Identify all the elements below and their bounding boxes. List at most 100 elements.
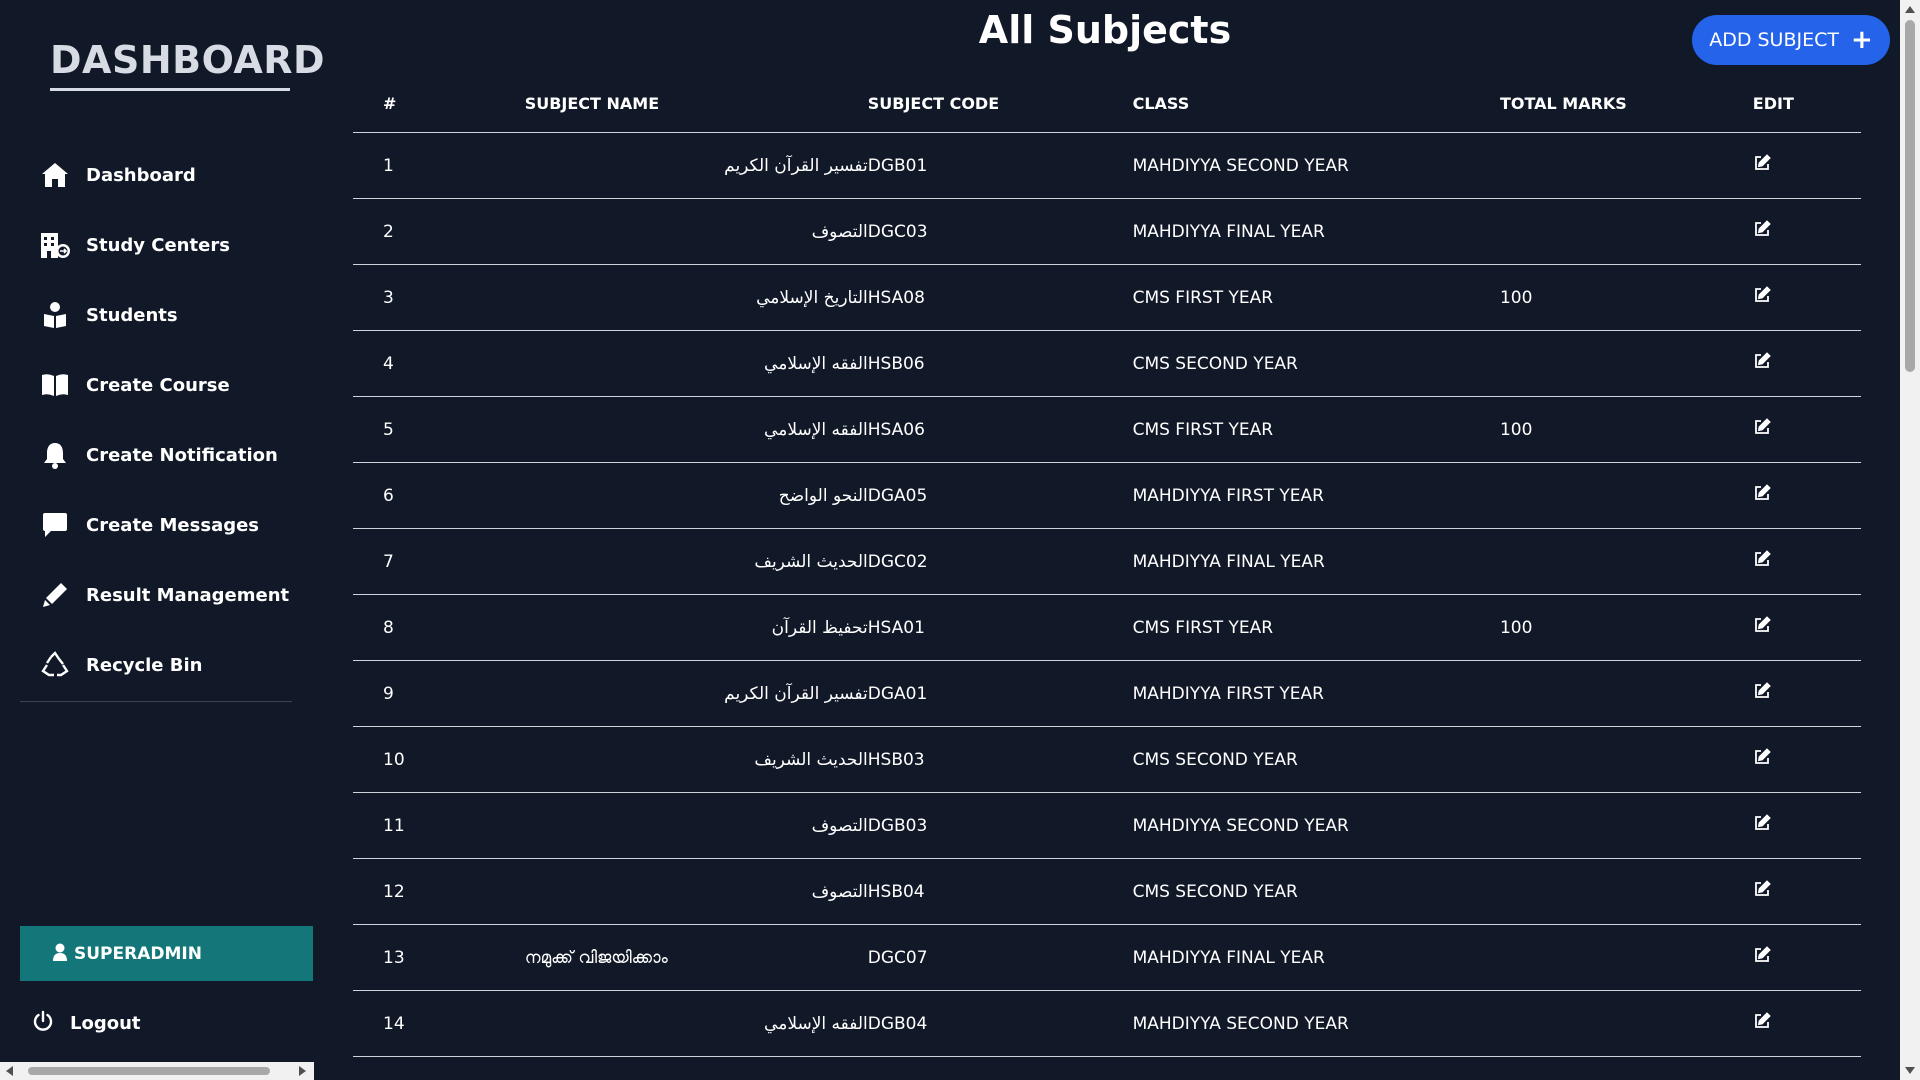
home-icon [38, 158, 72, 192]
sidebar-item-create-course[interactable]: Create Course [0, 350, 314, 420]
recycle-icon [38, 648, 72, 682]
cell-class: CMS SECOND YEAR [1132, 858, 1500, 925]
user-icon [52, 943, 68, 965]
edit-icon[interactable] [1753, 418, 1771, 436]
cell-edit [1752, 858, 1861, 925]
cell-subject-code: DGB01 [867, 132, 1133, 199]
table-row: 7 الحديث الشريف DGC02 MAHDIYYA FINAL YEAR [353, 528, 1861, 595]
cell-total-marks [1499, 858, 1753, 925]
horizontal-scrollbar[interactable] [0, 1062, 314, 1080]
cell-edit [1752, 198, 1861, 265]
cell-total-marks: 100 [1499, 264, 1753, 331]
cell-class: CMS FIRST YEAR [1132, 396, 1500, 463]
cell-number: 4 [353, 330, 525, 397]
cell-class: CMS SECOND YEAR [1132, 726, 1500, 793]
cell-class: MAHDIYYA FIRST YEAR [1132, 660, 1500, 727]
cell-subject-code: DGC03 [867, 198, 1133, 265]
cell-number: 9 [353, 660, 525, 727]
table-row: 9 تفسير القرآن الكريم DGA01 MAHDIYYA FIRST … [353, 660, 1861, 727]
cell-number: 11 [353, 792, 525, 859]
scrollbar-thumb[interactable] [1905, 20, 1915, 372]
cell-edit [1752, 264, 1861, 331]
edit-icon[interactable] [1753, 880, 1771, 898]
logout-label: Logout [70, 1012, 141, 1034]
logout-button[interactable]: Logout [32, 1005, 141, 1041]
cell-total-marks [1499, 132, 1753, 199]
sidebar-item-recycle-bin[interactable]: Recycle Bin [0, 630, 314, 700]
cell-subject-name: التاريخ الإسلامي [524, 264, 868, 331]
subjects-table: # SUBJECT NAME SUBJECT CODE CLASS TOTAL … [353, 72, 1861, 1057]
cell-total-marks [1499, 660, 1753, 727]
sidebar-item-dashboard[interactable]: Dashboard [0, 140, 314, 210]
table-row: 11 التصوف DGB03 MAHDIYYA SECOND YEAR [353, 792, 1861, 859]
cell-subject-name: التصوف [524, 858, 868, 925]
cell-class: MAHDIYYA FIRST YEAR [1132, 462, 1500, 529]
cell-class: MAHDIYYA SECOND YEAR [1132, 132, 1500, 199]
add-subject-button[interactable]: ADD SUBJECT + [1692, 15, 1890, 65]
cell-number: 5 [353, 396, 525, 463]
scroll-up-icon[interactable] [1905, 6, 1915, 13]
cell-class: MAHDIYYA FINAL YEAR [1132, 924, 1500, 991]
cell-subject-code: HSA06 [867, 396, 1133, 463]
cell-subject-code: DGB03 [867, 792, 1133, 859]
edit-icon[interactable] [1753, 220, 1771, 238]
cell-edit [1752, 660, 1861, 727]
scroll-right-icon[interactable] [299, 1066, 306, 1076]
cell-subject-name: الفقه الإسلامي [524, 330, 868, 397]
scroll-left-icon[interactable] [6, 1066, 13, 1076]
sidebar-item-students[interactable]: Students [0, 280, 314, 350]
cell-edit [1752, 462, 1861, 529]
page-title: All Subjects [978, 8, 1232, 52]
cell-subject-name: الفقه الإسلامي [524, 396, 868, 463]
edit-icon[interactable] [1753, 748, 1771, 766]
scroll-down-icon[interactable] [1905, 1067, 1915, 1074]
cell-subject-code: DGA01 [867, 660, 1133, 727]
sidebar-item-result-management[interactable]: Result Management [0, 560, 314, 630]
edit-icon[interactable] [1753, 484, 1771, 502]
edit-icon[interactable] [1753, 286, 1771, 304]
edit-icon[interactable] [1753, 352, 1771, 370]
cell-subject-name: الحديث الشريف [524, 726, 868, 793]
sidebar-item-create-messages[interactable]: Create Messages [0, 490, 314, 560]
cell-subject-code: HSB04 [867, 858, 1133, 925]
edit-icon[interactable] [1753, 550, 1771, 568]
cell-subject-code: DGA05 [867, 462, 1133, 529]
cell-edit [1752, 726, 1861, 793]
cell-total-marks: 100 [1499, 594, 1753, 661]
table-row: 1 تفسير القرآن الكريم DGB01 MAHDIYYA SECOND… [353, 132, 1861, 199]
students-icon [38, 298, 72, 332]
cell-subject-code: DGC07 [867, 924, 1133, 991]
edit-icon[interactable] [1753, 616, 1771, 634]
table-row: 12 التصوف HSB04 CMS SECOND YEAR [353, 858, 1861, 925]
user-role-badge[interactable]: SUPERADMIN [20, 926, 313, 981]
building-icon [38, 228, 72, 262]
cell-subject-code: HSA08 [867, 264, 1133, 331]
cell-edit [1752, 792, 1861, 859]
cell-subject-name: التصوف [524, 198, 868, 265]
cell-total-marks: 100 [1499, 396, 1753, 463]
edit-icon[interactable] [1753, 154, 1771, 172]
cell-number: 8 [353, 594, 525, 661]
cell-class: CMS FIRST YEAR [1132, 264, 1500, 331]
edit-icon[interactable] [1753, 814, 1771, 832]
sidebar-item-label: Result Management [86, 584, 290, 606]
cell-class: CMS SECOND YEAR [1132, 330, 1500, 397]
sidebar-item-create-notification[interactable]: Create Notification [0, 420, 314, 490]
power-icon [32, 1010, 54, 1036]
cell-edit [1752, 594, 1861, 661]
table-row: 10 الحديث الشريف HSB03 CMS SECOND YEAR [353, 726, 1861, 793]
scrollbar-thumb[interactable] [28, 1067, 270, 1075]
vertical-scrollbar[interactable] [1900, 0, 1920, 1080]
user-role-label: SUPERADMIN [74, 943, 202, 964]
cell-subject-name: تحفيظ القرآن [524, 594, 868, 661]
edit-icon[interactable] [1753, 946, 1771, 964]
cell-subject-name: നമുക്ക് വിജയിക്കാം [524, 924, 868, 991]
table-row: 8 تحفيظ القرآن HSA01 CMS FIRST YEAR 100 [353, 594, 1861, 661]
cell-number: 1 [353, 132, 525, 199]
cell-total-marks [1499, 330, 1753, 397]
edit-icon[interactable] [1753, 682, 1771, 700]
table-row: 4 الفقه الإسلامي HSB06 CMS SECOND YEAR [353, 330, 1861, 397]
edit-icon[interactable] [1753, 1012, 1771, 1030]
pen-icon [38, 578, 72, 612]
sidebar-item-study-centers[interactable]: Study Centers [0, 210, 314, 280]
